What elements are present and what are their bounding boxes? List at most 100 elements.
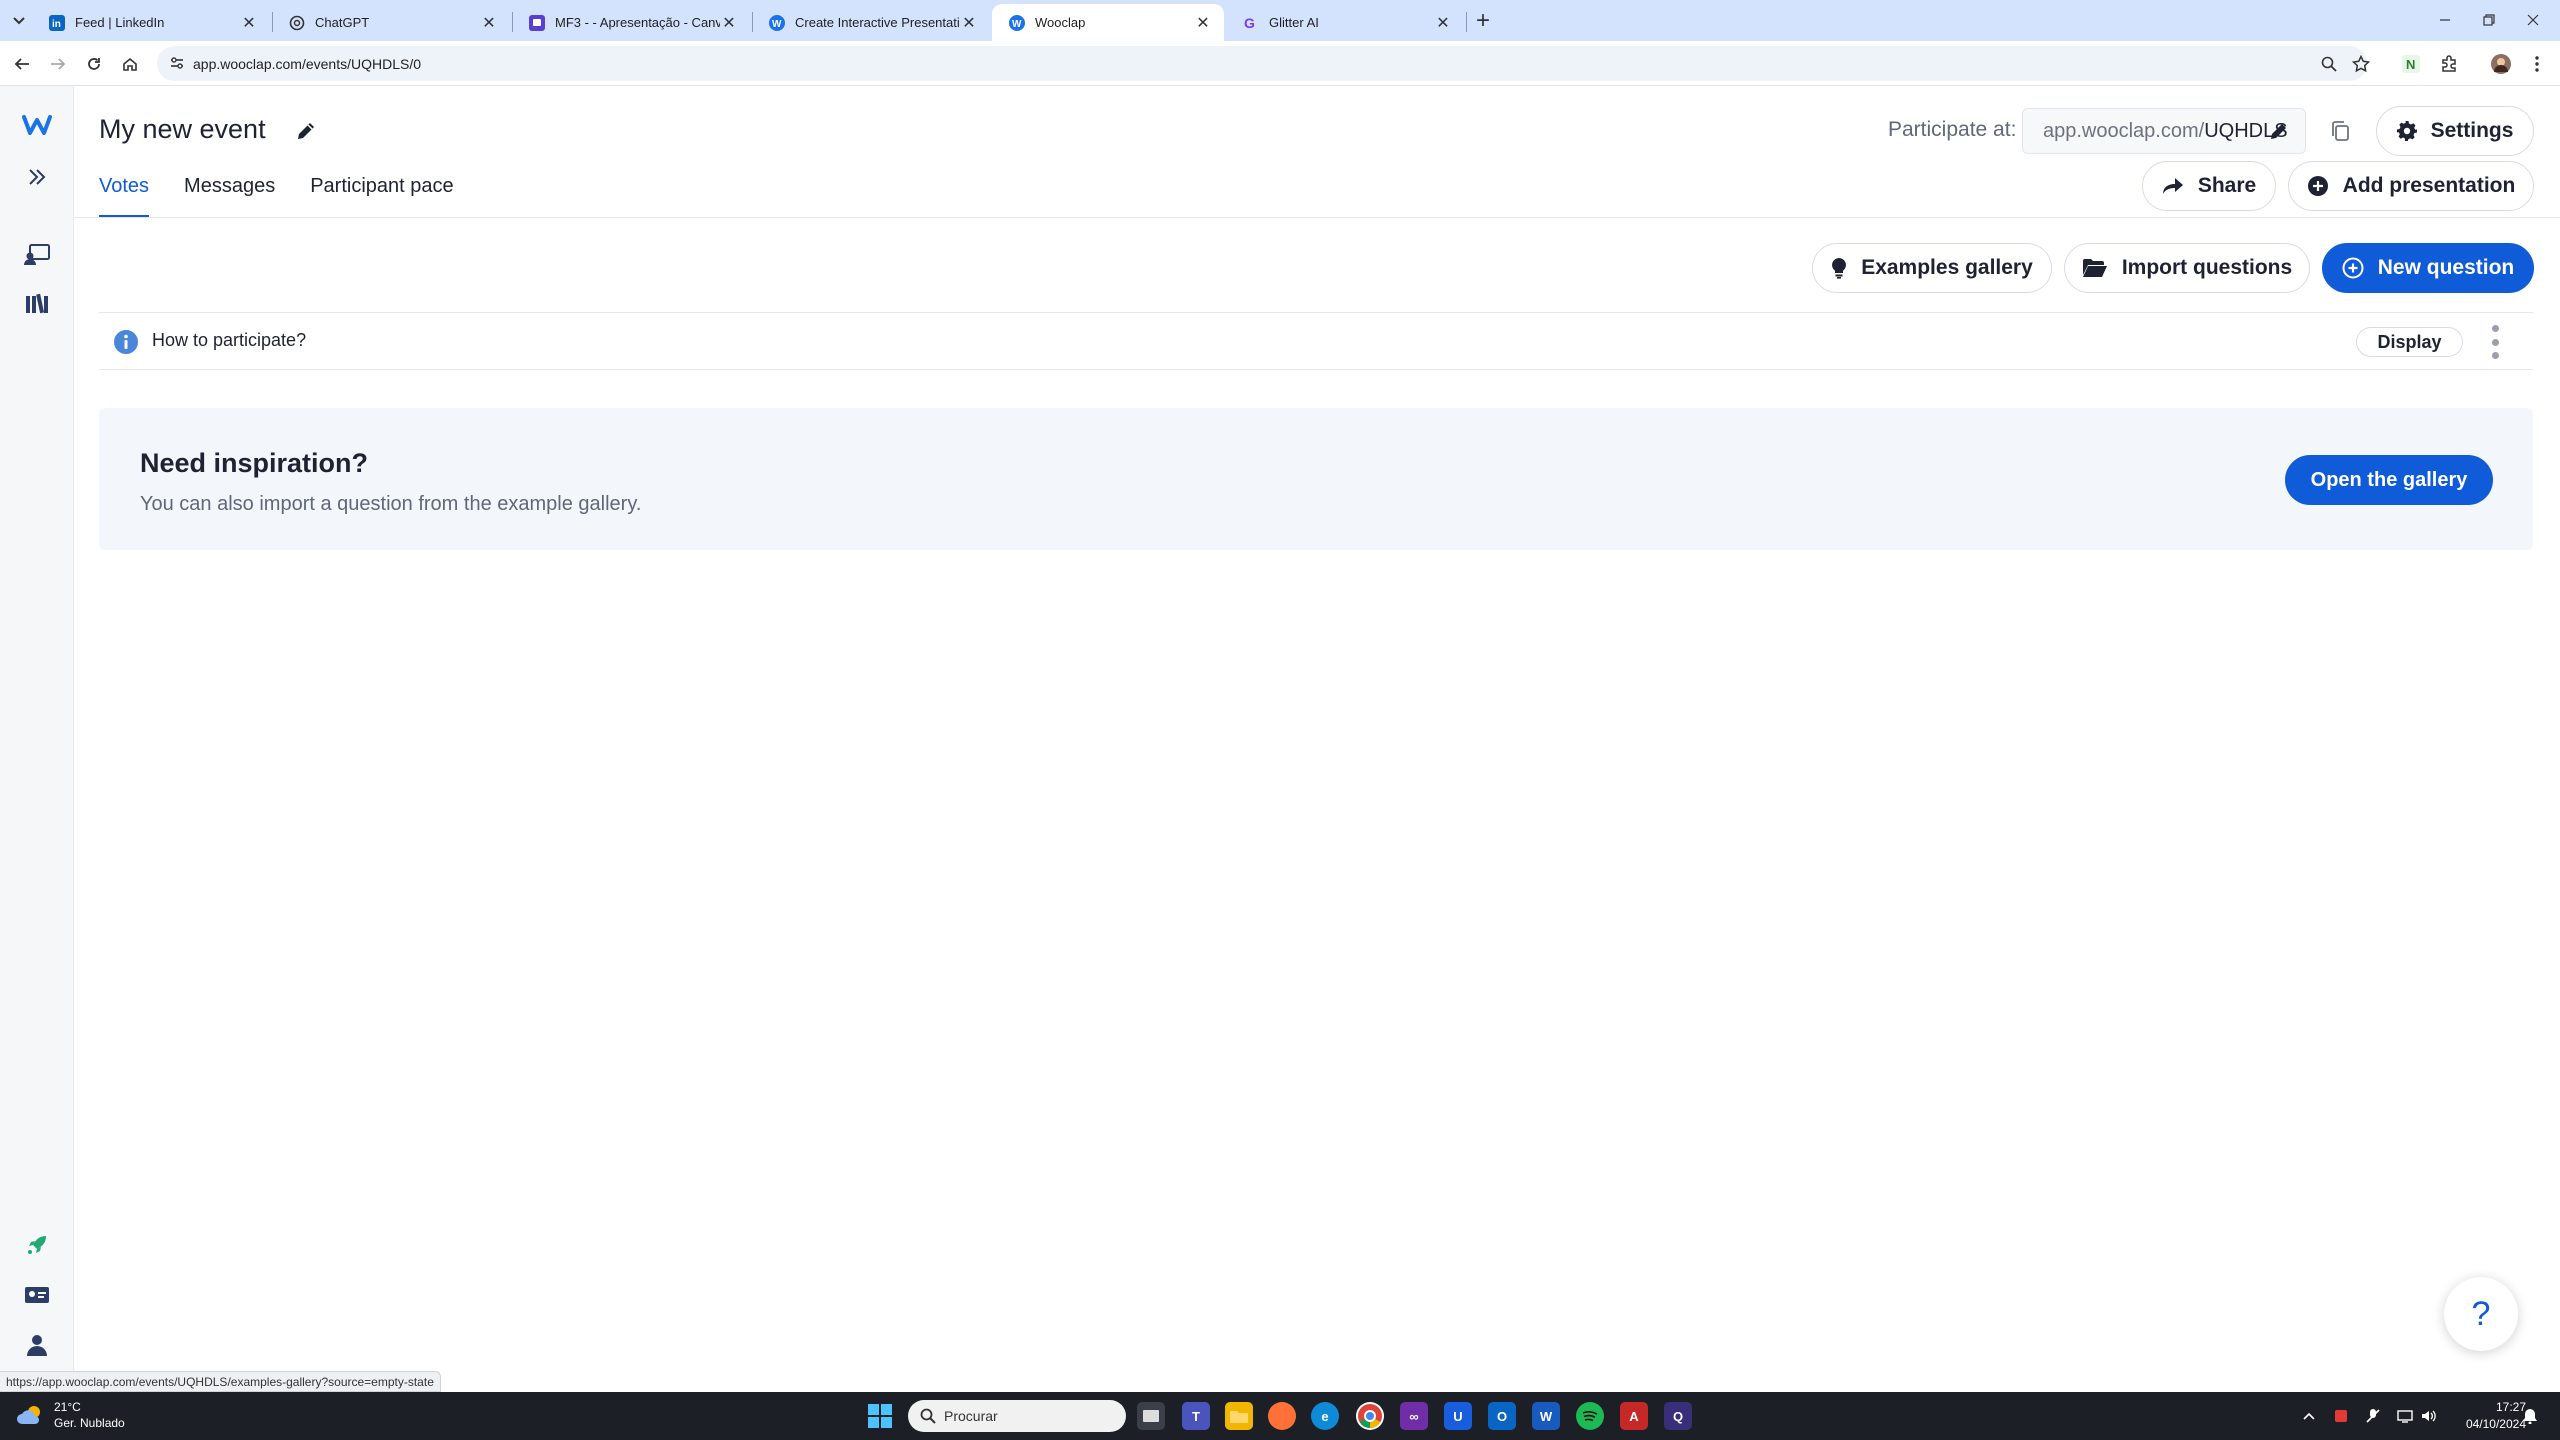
edit-code-pencil-icon[interactable] [2269,121,2289,141]
bitwarden-icon[interactable]: U [1444,1402,1472,1430]
browser-tab-create-presentations[interactable]: W Create Interactive Presentations ✕ [752,4,990,41]
minimize-icon[interactable] [2428,6,2462,34]
word-icon[interactable]: W [1532,1402,1560,1430]
mic-muted-icon[interactable] [2363,1406,2383,1426]
new-question-button[interactable]: New question [2322,243,2534,293]
window-close-icon[interactable] [2516,6,2550,34]
cloud-sun-icon [16,1404,44,1426]
profile-avatar[interactable] [2486,49,2516,79]
participate-label: Participate at: [1888,118,2017,141]
reload-icon[interactable] [79,49,109,79]
site-info-icon[interactable] [169,55,185,71]
tab-participant-pace[interactable]: Participant pace [310,172,453,218]
wooclap-logo[interactable] [18,106,56,144]
tray-chevron-up-icon[interactable] [2299,1406,2319,1426]
copy-link-icon[interactable] [2322,116,2358,146]
id-card-icon[interactable] [18,1276,56,1314]
expand-sidebar-icon[interactable] [18,158,56,196]
notification-bell-icon[interactable] [2520,1406,2540,1426]
rocket-icon[interactable] [18,1226,56,1264]
share-button[interactable]: Share [2142,161,2276,211]
help-button[interactable]: ? [2444,1277,2518,1351]
chrome-icon[interactable] [1356,1402,1384,1430]
tab-close-icon[interactable]: ✕ [1194,14,1212,32]
taskbar-clock[interactable]: 17:27 04/10/2024 [2448,1399,2526,1433]
add-presentation-button[interactable]: Add presentation [2288,161,2534,211]
link-status-bubble: https://app.wooclap.com/events/UQHDLS/ex… [0,1371,441,1392]
weather-widget[interactable]: 21°C Ger. Nublado [16,1399,125,1431]
extensions-puzzle-icon[interactable] [2434,49,2464,79]
plus-circle-icon [2342,257,2364,279]
tab-close-icon[interactable]: ✕ [960,14,978,32]
glitter-icon: G [1242,14,1259,31]
restore-icon[interactable] [2472,6,2506,34]
tab-title: MF3 - - Apresentação - Canva [555,15,720,30]
info-icon [113,329,139,355]
svg-text:G: G [1244,15,1255,31]
address-bar: app.wooclap.com/events/UQHDLS/0 N [0,41,2560,86]
forward-icon[interactable] [43,49,73,79]
user-account-icon[interactable] [18,1326,56,1364]
more-options-icon[interactable] [2485,325,2505,359]
taskbar-search-field[interactable]: Procurar [908,1400,1126,1432]
tab-close-icon[interactable]: ✕ [1434,14,1452,32]
lightbulb-icon [1831,257,1847,279]
network-icon[interactable] [2395,1406,2415,1426]
clock-time: 17:27 [2495,1400,2526,1414]
search-icon [920,1408,936,1424]
back-icon[interactable] [7,49,37,79]
bookmark-star-icon[interactable] [2346,49,2376,79]
home-icon[interactable] [115,49,145,79]
app-icon-q[interactable]: Q [1664,1402,1692,1430]
canva-icon [528,14,545,31]
how-to-participate-row[interactable]: How to participate? Display [99,312,2533,370]
display-button[interactable]: Display [2356,327,2463,357]
windows-start-icon[interactable] [868,1404,892,1428]
share-icon [2162,177,2184,195]
browser-tab-canva[interactable]: MF3 - - Apresentação - Canva ✕ [512,4,750,41]
pdf-app-icon[interactable]: A [1620,1402,1648,1430]
tab-search-icon[interactable] [6,8,32,34]
file-explorer-icon[interactable] [1225,1402,1253,1430]
new-tab-button[interactable]: + [1470,7,1496,34]
tab-close-icon[interactable]: ✕ [480,14,498,32]
presenter-icon[interactable] [18,236,56,274]
outlook-icon[interactable]: O [1488,1402,1516,1430]
extension-n-icon[interactable]: N [2396,49,2426,79]
plus-circle-icon [2307,175,2329,197]
browser-tab-glitter[interactable]: G Glitter AI ✕ [1226,4,1464,41]
tab-votes[interactable]: Votes [99,172,150,218]
import-questions-button[interactable]: Import questions [2064,243,2310,293]
edit-title-pencil-icon[interactable] [290,116,322,146]
firefox-icon[interactable] [1268,1402,1296,1430]
browser-tab-wooclap[interactable]: W Wooclap ✕ [992,4,1224,41]
weather-condition: Ger. Nublado [54,1416,125,1430]
settings-button[interactable]: Settings [2376,106,2534,156]
tab-title: ChatGPT [315,15,370,30]
wooclap-icon: W [768,14,785,31]
search-placeholder: Procurar [944,1408,998,1424]
open-gallery-button[interactable]: Open the gallery [2285,455,2493,505]
browser-tab-chatgpt[interactable]: ChatGPT ✕ [272,4,510,41]
zoom-icon[interactable] [2314,49,2344,79]
edge-icon[interactable]: e [1311,1402,1339,1430]
browser-tab-linkedin[interactable]: in Feed | LinkedIn ✕ [32,4,270,41]
volume-icon[interactable] [2419,1406,2439,1426]
participate-url-field[interactable]: app.wooclap.com/UQHDLS [2022,108,2306,154]
spotify-icon[interactable] [1576,1402,1604,1430]
weather-temperature: 21°C [54,1400,81,1414]
app-icon[interactable]: ∞ [1400,1402,1428,1430]
examples-gallery-button[interactable]: Examples gallery [1812,243,2052,293]
tray-app-icon[interactable] [2331,1406,2351,1426]
svg-text:W: W [772,19,782,30]
tab-title: Wooclap [1035,15,1086,30]
browser-menu-icon[interactable] [2522,49,2552,79]
tab-close-icon[interactable]: ✕ [240,14,258,32]
library-icon[interactable] [18,285,56,323]
url-field[interactable]: app.wooclap.com/events/UQHDLS/0 [157,46,2367,81]
svg-text:in: in [52,19,61,30]
tab-close-icon[interactable]: ✕ [720,14,738,32]
teams-icon[interactable]: T [1182,1402,1210,1430]
task-view-icon[interactable] [1137,1402,1165,1430]
tab-messages[interactable]: Messages [184,172,275,218]
